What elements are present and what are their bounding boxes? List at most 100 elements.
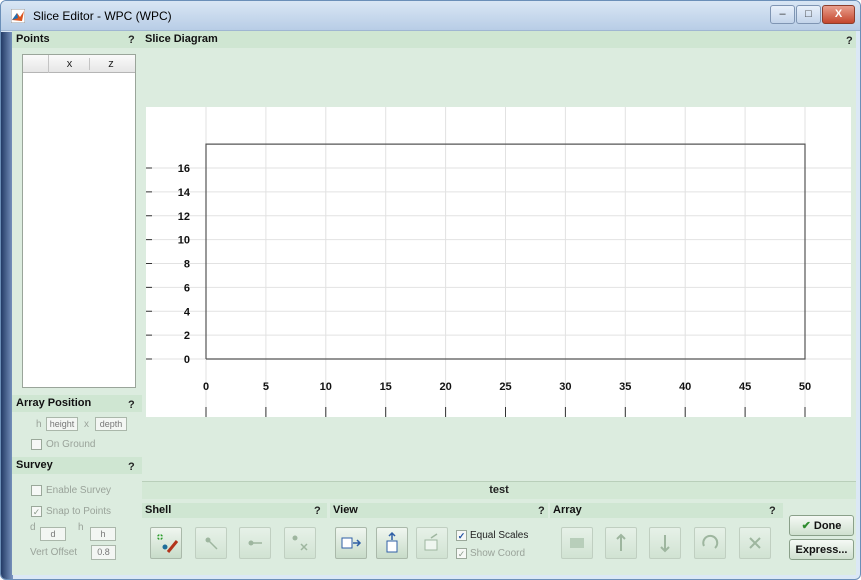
delete-point-button[interactable] [284, 527, 316, 559]
array-delete-button[interactable] [739, 527, 771, 559]
matlab-logo-icon [11, 9, 25, 23]
array-header: Array ? [550, 503, 783, 518]
delete-point-icon [292, 535, 308, 551]
y-tick-label: 12 [178, 211, 190, 223]
y-tick-label: 6 [184, 282, 190, 294]
shell-header: Shell ? [142, 503, 327, 518]
close-button[interactable]: X [822, 5, 855, 24]
slice-diagram-title: Slice Diagram [145, 33, 218, 45]
enable-survey-label: Enable Survey [46, 485, 112, 496]
snap-to-points-checkbox[interactable]: ✓ [31, 506, 42, 517]
equal-scales-label: Equal Scales [470, 530, 529, 541]
slice-diagram-help-icon[interactable]: ? [846, 35, 853, 47]
view-header: View ? [330, 503, 548, 518]
vert-offset-field[interactable]: 0.8 [91, 545, 116, 560]
points-col-z: z [108, 58, 114, 70]
pan-icon [424, 533, 438, 551]
x-tick-label: 15 [380, 381, 392, 393]
express-button[interactable]: Express... [789, 539, 854, 560]
array-depth-field[interactable]: depth [95, 417, 127, 431]
show-coord-checkbox[interactable]: ✓ [456, 548, 467, 559]
title-bar[interactable]: Slice Editor - WPC (WPC) – □ X [1, 1, 860, 31]
points-panel-header: Points ? [12, 31, 142, 48]
points-title: Points [16, 33, 50, 45]
move-point-icon [205, 537, 218, 550]
checkmark-icon: ✔ [801, 520, 811, 532]
y-tick-label: 2 [184, 330, 190, 342]
maximize-button[interactable]: □ [796, 5, 821, 24]
fit-up-button[interactable] [376, 527, 408, 559]
survey-h-field[interactable]: h [90, 527, 116, 541]
on-ground-checkbox[interactable] [31, 439, 42, 450]
points-table-header: x z [23, 55, 135, 73]
fit-right-button[interactable] [335, 527, 367, 559]
insert-point-icon [248, 540, 262, 546]
array-h-label: h [36, 419, 42, 430]
survey-d-label: d [30, 522, 36, 533]
x-tick-label: 25 [499, 381, 511, 393]
move-point-button[interactable] [195, 527, 227, 559]
array-x-label: x [84, 419, 89, 430]
array-rotate-icon [702, 534, 719, 549]
view-title: View [333, 504, 358, 516]
x-tick-label: 30 [559, 381, 571, 393]
x-tick-label: 10 [320, 381, 332, 393]
fit-up-icon [386, 531, 398, 553]
y-tick-label: 0 [184, 354, 190, 366]
insert-point-button[interactable] [239, 527, 271, 559]
done-label: Done [813, 520, 842, 532]
y-tick-label: 8 [184, 259, 190, 271]
enable-survey-checkbox[interactable] [31, 485, 42, 496]
array-help-icon[interactable]: ? [769, 505, 776, 517]
array-add-icon [570, 538, 584, 548]
x-tick-label: 20 [439, 381, 451, 393]
array-delete-icon [749, 537, 761, 549]
array-title: Array [553, 504, 582, 516]
add-point-button[interactable] [150, 527, 182, 559]
slice-diagram-header: Slice Diagram ? [142, 31, 856, 48]
x-tick-label: 0 [203, 381, 209, 393]
x-tick-label: 45 [739, 381, 751, 393]
equal-scales-checkbox[interactable]: ✓ [456, 530, 467, 541]
array-move-down-icon [660, 535, 670, 553]
pan-button[interactable] [416, 527, 448, 559]
array-move-up-icon [616, 533, 626, 551]
array-add-button[interactable] [561, 527, 593, 559]
points-col-index [23, 55, 49, 73]
snap-to-points-label: Snap to Points [46, 506, 112, 517]
survey-h-label: h [78, 522, 84, 533]
shell-title: Shell [145, 504, 172, 516]
survey-help-icon[interactable]: ? [128, 461, 135, 473]
minimize-button[interactable]: – [770, 5, 795, 24]
array-move-up-button[interactable] [605, 527, 637, 559]
window-title: Slice Editor - WPC (WPC) [33, 9, 172, 23]
done-button[interactable]: ✔ Done [789, 515, 854, 536]
show-coord-label: Show Coord [470, 548, 526, 559]
y-tick-label: 4 [184, 306, 191, 318]
points-help-icon[interactable]: ? [128, 34, 135, 46]
array-position-help-icon[interactable]: ? [128, 399, 135, 411]
view-help-icon[interactable]: ? [538, 505, 545, 517]
array-height-field[interactable]: height [46, 417, 78, 431]
y-tick-label: 10 [178, 235, 190, 247]
array-rotate-button[interactable] [694, 527, 726, 559]
x-tick-label: 35 [619, 381, 631, 393]
array-move-down-button[interactable] [649, 527, 681, 559]
array-position-title: Array Position [16, 397, 92, 409]
survey-title: Survey [16, 459, 53, 471]
x-tick-label: 50 [799, 381, 811, 393]
survey-d-field[interactable]: d [40, 527, 66, 541]
add-point-icon [157, 534, 179, 553]
x-tick-label: 5 [263, 381, 269, 393]
slice-diagram-plot[interactable]: 0 5 10 15 20 25 30 35 40 45 50 0 2 4 6 8 10 12 14 16 [146, 107, 851, 417]
x-tick-label: 40 [679, 381, 691, 393]
survey-header: Survey ? [12, 457, 142, 474]
points-col-x: x [50, 58, 90, 70]
vert-offset-label: Vert Offset [30, 547, 78, 558]
array-position-header: Array Position ? [12, 395, 142, 412]
shell-help-icon[interactable]: ? [314, 505, 321, 517]
points-table[interactable]: x z [22, 54, 136, 388]
fit-right-icon [341, 537, 362, 549]
y-tick-label: 14 [178, 187, 191, 199]
on-ground-label: On Ground [46, 439, 96, 450]
